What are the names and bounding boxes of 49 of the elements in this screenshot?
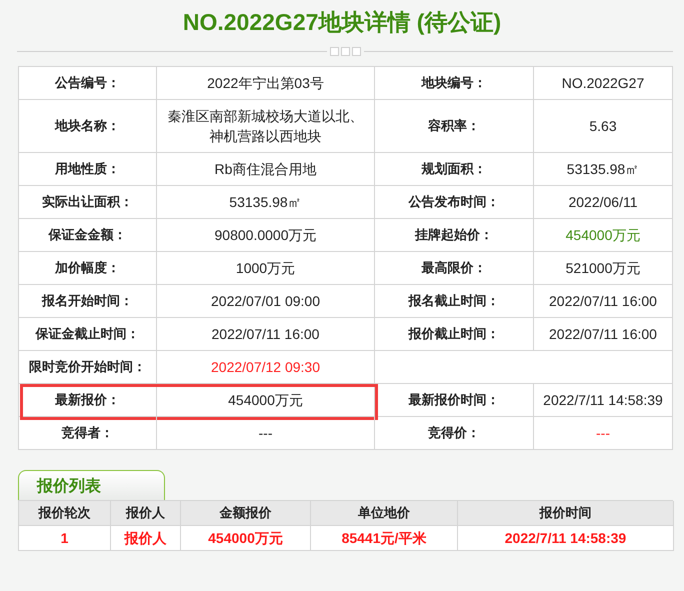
field-value: 53135.98㎡ [157,186,375,219]
table-cell: 454000万元 [181,526,311,551]
field-value: 2022/07/11 16:00 [534,318,673,351]
field-value: 454000万元 [157,384,375,417]
dots-icon [330,47,360,56]
table-cell: 1 [19,526,111,551]
page-title: NO.2022G27地块详情 (待公证) [182,8,502,37]
table-cell: 85441元/平米 [311,526,458,551]
field-label: 竞得者： [19,417,157,450]
field-label: 实际出让面积： [19,186,157,219]
field-value: 2022/07/11 16:00 [534,285,673,318]
field-label: 保证金金额： [19,219,157,252]
field-value: 2022年宁出第03号 [157,67,375,100]
field-value: 秦淮区南部新城校场大道以北、神机营路以西地块 [157,100,375,153]
field-value: NO.2022G27 [534,67,673,100]
field-value: 2022/7/11 14:58:39 [534,384,673,417]
field-value: 2022/06/11 [534,186,673,219]
field-label: 公告发布时间： [375,186,534,219]
field-label: 最新报价时间： [375,384,534,417]
field-value: 53135.98㎡ [534,153,673,186]
field-value: 454000万元 [534,219,673,252]
field-label: 最高限价： [375,252,534,285]
field-label: 保证金截止时间： [19,318,157,351]
field-label: 竞得价： [375,417,534,450]
field-label: 加价幅度： [19,252,157,285]
field-label: 报名开始时间： [19,285,157,318]
field-label: 限时竞价开始时间： [19,351,157,384]
field-value: 5.63 [534,100,673,153]
field-value: 2022/07/01 09:00 [157,285,375,318]
field-label: 报价截止时间： [375,318,534,351]
field-value: --- [534,417,673,450]
field-label: 地块名称： [19,100,157,153]
field-label: 挂牌起始价： [375,219,534,252]
field-value: 90800.0000万元 [157,219,375,252]
field-label: 容积率： [375,100,534,153]
field-label: 规划面积： [375,153,534,186]
field-label: 报名截止时间： [375,285,534,318]
field-label: 用地性质： [19,153,157,186]
field-value: 1000万元 [157,252,375,285]
field-value: 521000万元 [534,252,673,285]
table-cell: 报价人 [111,526,181,551]
field-label: 地块编号： [375,67,534,100]
field-value: 2022/07/11 16:00 [157,318,375,351]
field-label: 公告编号： [19,67,157,100]
field-value: 2022/07/12 09:30 [157,351,375,384]
field-label: 最新报价： [19,384,157,417]
field-value: --- [157,417,375,450]
table-cell: 2022/7/11 14:58:39 [458,526,674,551]
field-value: Rb商住混合用地 [157,153,375,186]
